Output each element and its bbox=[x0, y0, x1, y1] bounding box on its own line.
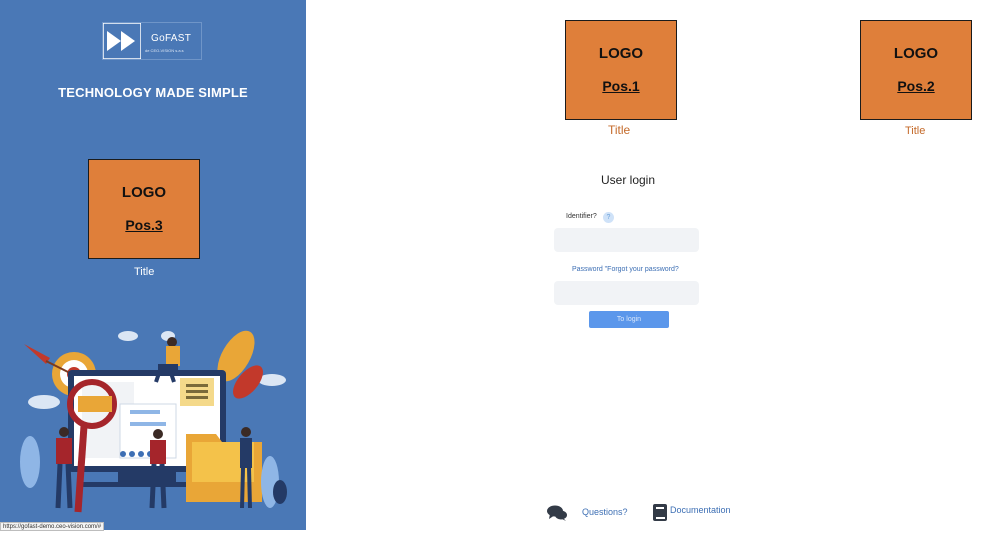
status-bar-url: https://gofast-demo.ceo-vision.com/# bbox=[0, 522, 105, 531]
logo-title-pos3: Title bbox=[134, 266, 155, 278]
password-forgot-link[interactable]: Password "Forgot your password? bbox=[572, 266, 679, 273]
book-icon[interactable] bbox=[653, 504, 667, 521]
brand-name: GoFAST bbox=[151, 33, 192, 44]
logo-position: Pos.2 bbox=[897, 78, 935, 94]
logo-placeholder-pos3: LOGO Pos.3 bbox=[88, 159, 200, 259]
left-branding-panel: GoFAST de CEO-VISION s.a.s TECHNOLOGY MA… bbox=[0, 0, 306, 530]
brand-subtitle: de CEO-VISION s.a.s bbox=[145, 48, 184, 53]
password-input[interactable] bbox=[554, 281, 699, 305]
documentation-link[interactable]: Documentation bbox=[670, 505, 731, 515]
chat-bubbles-icon[interactable] bbox=[547, 505, 567, 521]
logo-title-pos1: Title bbox=[608, 123, 631, 137]
tagline: TECHNOLOGY MADE SIMPLE bbox=[58, 85, 248, 100]
question-icon[interactable]: ? bbox=[603, 212, 614, 223]
login-heading: User login bbox=[601, 173, 656, 187]
identifier-label: Identifier? bbox=[566, 213, 597, 220]
logo-position: Pos.3 bbox=[125, 217, 163, 233]
logo-text: LOGO bbox=[893, 45, 939, 62]
team-illustration bbox=[20, 330, 287, 513]
logo-placeholder-pos2: LOGO Pos.2 bbox=[860, 20, 972, 120]
login-button[interactable]: To login bbox=[589, 311, 669, 328]
logo-text: LOGO bbox=[598, 45, 644, 62]
fast-forward-icon bbox=[103, 23, 141, 59]
logo-position: Pos.1 bbox=[602, 78, 640, 94]
logo-title-pos2: Title bbox=[905, 125, 926, 137]
logo-text: LOGO bbox=[121, 184, 167, 201]
brand-logo: GoFAST de CEO-VISION s.a.s bbox=[102, 22, 202, 60]
questions-link[interactable]: Questions? bbox=[582, 507, 628, 517]
logo-placeholder-pos1: LOGO Pos.1 bbox=[565, 20, 677, 120]
identifier-input[interactable] bbox=[554, 228, 699, 252]
